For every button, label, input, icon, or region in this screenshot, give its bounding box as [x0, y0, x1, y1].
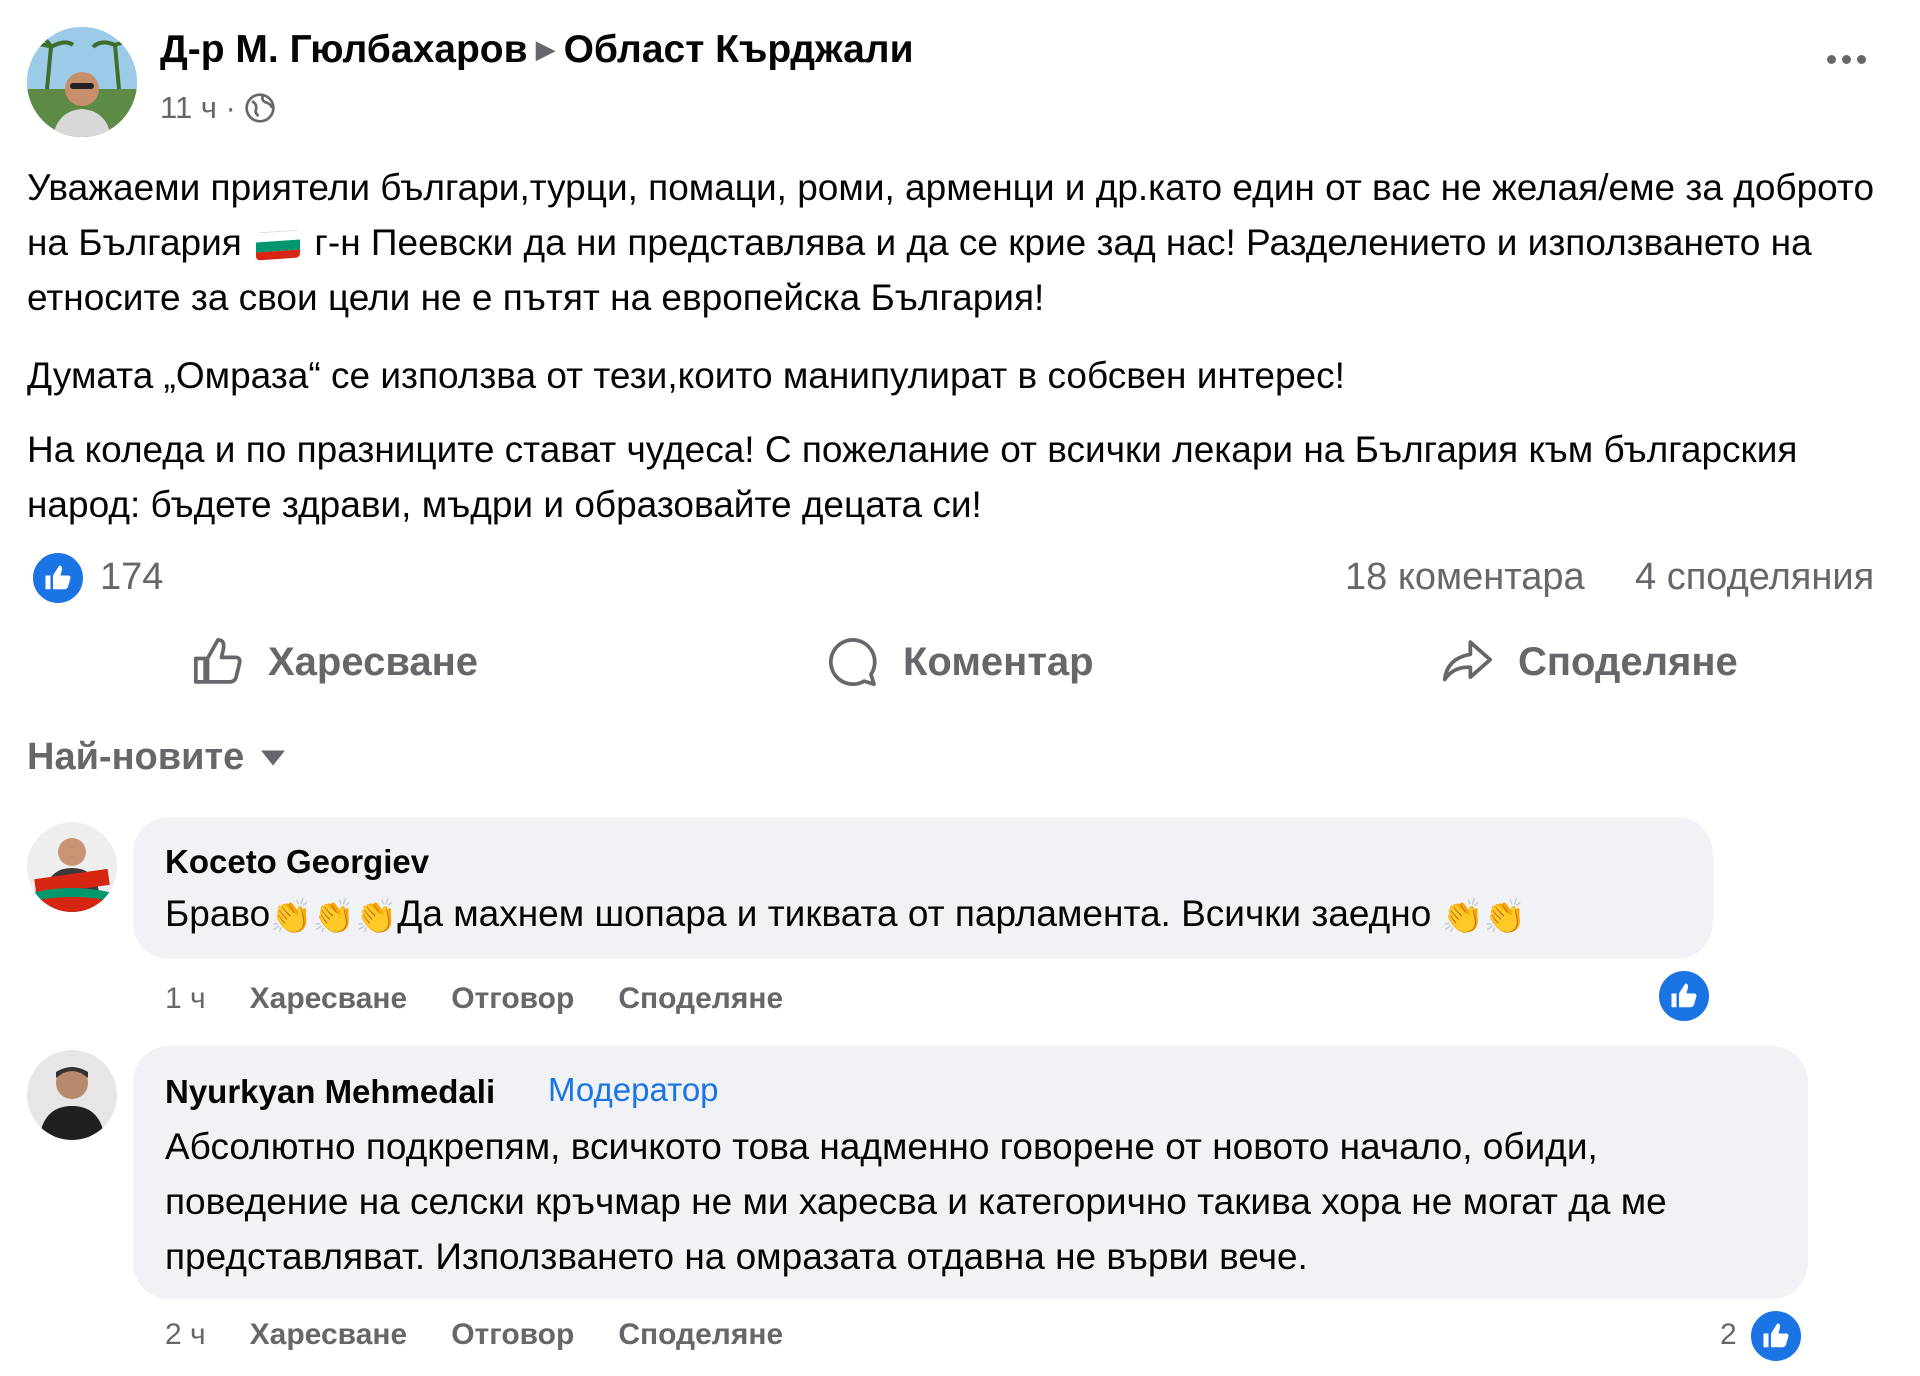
share-icon	[1442, 640, 1493, 682]
comment-button-label: Коментар	[903, 639, 1094, 684]
clap-icon: 👏	[1441, 898, 1484, 936]
triangle-right-icon: ▶	[535, 34, 556, 64]
comment-text-part: Да махнем шопара и тиквата от парламента…	[397, 893, 1432, 934]
like-count[interactable]: 174	[100, 556, 163, 599]
comment-like-button[interactable]: Харесване	[250, 1318, 408, 1352]
comment-reply-button[interactable]: Отговор	[451, 1318, 574, 1352]
commenter-avatar[interactable]	[27, 1050, 117, 1140]
group-name[interactable]: Област Кърджали	[564, 28, 914, 71]
chevron-down-icon	[261, 750, 286, 765]
post-text-paragraph-3: На коледа и по празниците стават чудеса!…	[27, 429, 1798, 525]
more-icon-dot	[1842, 55, 1851, 64]
commenter-avatar[interactable]	[27, 822, 117, 912]
more-icon-dot	[1857, 55, 1866, 64]
comment-text: Абсолютно подкрепям, всичкото това надме…	[165, 1126, 1667, 1277]
like-icon	[193, 637, 242, 684]
more-options-button[interactable]	[1827, 55, 1866, 64]
like-icon	[1763, 1323, 1789, 1348]
share-count[interactable]: 4 споделяния	[1635, 556, 1874, 599]
share-button-label: Споделяне	[1518, 639, 1738, 684]
post-text-paragraph-2: Думата „Омраза“ се използва от тези,коит…	[27, 355, 1345, 396]
post-text-paragraph-1: Уважаеми приятели българи,турци, помаци,…	[27, 160, 1887, 325]
comment-share-button[interactable]: Споделяне	[618, 1318, 783, 1352]
clap-icon: 👏	[1483, 898, 1527, 936]
comment-reaction-badge[interactable]	[1748, 1308, 1804, 1364]
sort-label: Най-новите	[27, 736, 245, 778]
flag-bg-icon	[256, 229, 301, 261]
comment-reaction-badge[interactable]	[1656, 968, 1712, 1024]
comment-text-part: Браво	[165, 893, 271, 934]
comment-time[interactable]: 2 ч	[165, 1318, 206, 1352]
like-button[interactable]: Харесване	[190, 634, 478, 690]
share-button[interactable]: Споделяне	[1440, 634, 1738, 690]
clap-icon: 👏	[354, 898, 398, 936]
clap-icon: 👏	[312, 898, 355, 936]
moderator-badge: Модератор	[548, 1071, 719, 1108]
clap-icon: 👏	[270, 898, 313, 936]
comment-time[interactable]: 1 ч	[165, 982, 206, 1016]
post-time[interactable]: 11 ч ·	[160, 90, 236, 126]
post-header: Д-р М. Гюлбахаров ▶ Област Кърджали	[160, 28, 914, 72]
more-icon	[1827, 55, 1836, 64]
comment-count[interactable]: 18 коментара	[1345, 556, 1585, 599]
comment-text: Браво👏👏👏Да махнем шопара и тиквата от па…	[165, 886, 1526, 945]
comment-share-button[interactable]: Споделяне	[618, 982, 783, 1016]
post-meta: 11 ч ·	[160, 90, 276, 126]
comment-sort-dropdown[interactable]: Най-новите	[27, 736, 288, 779]
comment-reply-button[interactable]: Отговор	[451, 982, 574, 1016]
like-icon	[1671, 983, 1697, 1008]
like-button-label: Харесване	[268, 639, 479, 684]
commenter-name[interactable]: Nyurkyan Mehmedali	[165, 1073, 495, 1111]
commenter-name[interactable]: Koceto Georgiev	[165, 843, 429, 881]
author-name[interactable]: Д-р М. Гюлбахаров	[160, 28, 528, 71]
author-avatar[interactable]	[27, 27, 137, 137]
comment-button[interactable]: Коментар	[825, 634, 1094, 690]
comment-icon	[828, 637, 877, 687]
comment-reaction-count[interactable]: 2	[1720, 1318, 1737, 1352]
like-reaction-icon[interactable]	[31, 551, 85, 605]
like-icon	[45, 565, 71, 590]
globe-icon	[245, 93, 275, 123]
comment-actions: 1 ч Харесване Отговор Споделяне	[165, 982, 783, 1016]
comment-actions: 2 ч Харесване Отговор Споделяне	[165, 1318, 783, 1352]
comment-like-button[interactable]: Харесване	[250, 982, 408, 1016]
